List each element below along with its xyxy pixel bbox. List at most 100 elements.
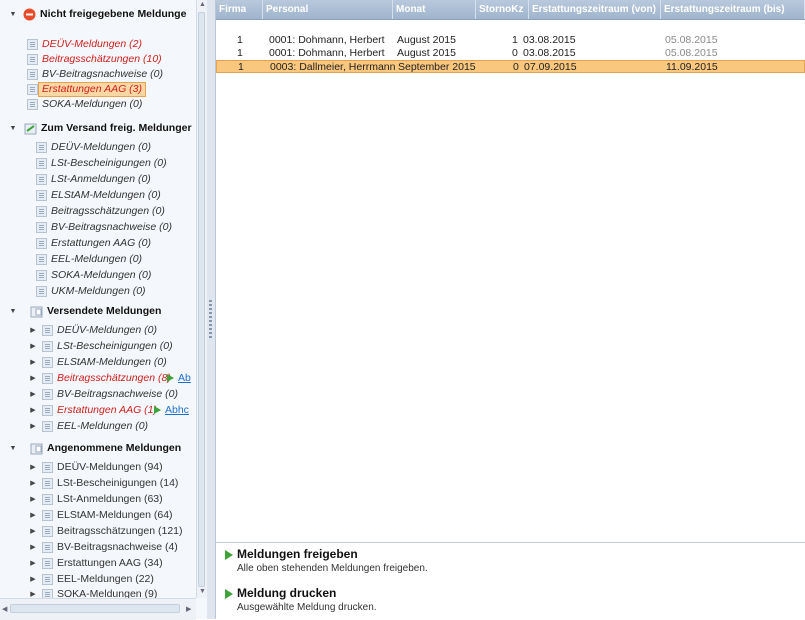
expand-arrow-icon[interactable]: ▶ <box>29 339 37 354</box>
tree-vertical-scrollbar[interactable]: ▲ ▼ <box>196 0 207 598</box>
tree-item-deuev[interactable]: DEÜV-Meldungen (2) <box>0 37 196 52</box>
tree-item-label: Beitragsschätzungen (10) <box>42 53 162 65</box>
navigation-tree-panel: ▼ Nicht freigegebene Meldunge DEÜV-Meldu… <box>0 0 208 620</box>
tree-item-lst-anmeldungen[interactable]: LSt-Anmeldungen (0) <box>0 172 196 187</box>
tree-item-ukm[interactable]: UKM-Meldungen (0) <box>0 284 196 299</box>
tree-item-eel[interactable]: ▶ EEL-Meldungen (22) <box>0 572 196 587</box>
collapse-arrow-icon[interactable]: ▼ <box>9 441 17 456</box>
expand-arrow-icon[interactable]: ▶ <box>29 323 37 338</box>
collapse-arrow-icon[interactable]: ▼ <box>9 304 17 319</box>
tree-item-beitragsschaetzungen[interactable]: ▶ Beitragsschätzungen (121) <box>0 524 196 539</box>
tree-item-soka[interactable]: ▶ SOKA-Meldungen (9) <box>0 587 196 598</box>
messages-grid: Firma Personal Monat StornoKz Erstattung… <box>216 0 805 543</box>
splitter-grip-icon[interactable] <box>209 300 212 340</box>
column-header-firma[interactable]: Firma <box>216 0 263 19</box>
tree-item-erstattungen-aag[interactable]: Erstattungen AAG (3) <box>0 82 196 97</box>
document-icon <box>36 254 47 265</box>
tree-item-deuev[interactable]: DEÜV-Meldungen (0) <box>0 140 196 155</box>
cell-storno: 0 <box>513 61 519 73</box>
table-row[interactable]: 1 0001: Dohmann, Herbert August 2015 0 0… <box>216 47 805 59</box>
tree-item-label: ELStAM-Meldungen (0) <box>51 189 161 201</box>
tree-item-deuev[interactable]: ▶ DEÜV-Meldungen (0) <box>0 323 196 338</box>
scroll-left-icon[interactable]: ◀ <box>2 605 7 613</box>
tree-item-label: Erstattungen AAG (1) <box>57 404 157 416</box>
expand-arrow-icon[interactable]: ▶ <box>29 587 37 598</box>
tree-horizontal-scrollbar[interactable]: ◀ ▶ <box>0 598 196 620</box>
expand-arrow-icon[interactable]: ▶ <box>29 355 37 370</box>
tree-item-lst-anmeldungen[interactable]: ▶ LSt-Anmeldungen (63) <box>0 492 196 507</box>
table-row[interactable]: 1 0001: Dohmann, Herbert August 2015 1 0… <box>216 34 805 46</box>
tree-item-soka[interactable]: SOKA-Meldungen (0) <box>0 268 196 283</box>
tree-item-lst-bescheinigungen[interactable]: ▶ LSt-Bescheinigungen (0) <box>0 339 196 354</box>
expand-arrow-icon[interactable]: ▶ <box>29 371 37 386</box>
expand-arrow-icon[interactable]: ▶ <box>29 556 37 571</box>
column-header-stornokz[interactable]: StornoKz <box>476 0 529 19</box>
tree-item-eel[interactable]: ▶ EEL-Meldungen (0) <box>0 419 196 434</box>
tree-item-erstattungen-aag[interactable]: Erstattungen AAG (0) <box>0 236 196 251</box>
tree-item-label: Erstattungen AAG (3) <box>42 83 142 95</box>
tree-item-deuev[interactable]: ▶ DEÜV-Meldungen (94) <box>0 460 196 475</box>
tree-item-bv-beitragsnachweise[interactable]: ▶ BV-Beitragsnachweise (4) <box>0 540 196 555</box>
tree-item-lst-bescheinigungen[interactable]: LSt-Bescheinigungen (0) <box>0 156 196 171</box>
tree-item-beitragsschaetzungen[interactable]: Beitragsschätzungen (0) <box>0 204 196 219</box>
tree-item-label: EEL-Meldungen (0) <box>51 253 143 265</box>
tree-group-zum-versand[interactable]: ▼ Zum Versand freig. Meldunger <box>0 121 196 136</box>
panel-splitter[interactable] <box>207 0 216 619</box>
tree-item-bv-beitragsnachweise[interactable]: ▶ BV-Beitragsnachweise (0) <box>0 387 196 402</box>
cell-storno: 0 <box>512 47 518 59</box>
expand-arrow-icon[interactable]: ▶ <box>29 403 37 418</box>
tree-item-elstam[interactable]: ▶ ELStAM-Meldungen (64) <box>0 508 196 523</box>
tree-item-link[interactable]: Ab <box>178 371 191 386</box>
scrollbar-thumb[interactable] <box>198 12 205 587</box>
scrollbar-thumb[interactable] <box>10 604 180 613</box>
tree-item-bv-beitragsnachweise[interactable]: BV-Beitragsnachweise (0) <box>0 67 196 82</box>
action-title[interactable]: Meldung drucken <box>237 586 336 600</box>
cell-von: 03.08.2015 <box>523 34 576 46</box>
tree-item-elstam[interactable]: ▶ ELStAM-Meldungen (0) <box>0 355 196 370</box>
scroll-down-icon[interactable]: ▼ <box>199 588 206 595</box>
column-header-personal[interactable]: Personal <box>263 0 393 19</box>
expand-arrow-icon[interactable]: ▶ <box>29 419 37 434</box>
tree-item-link[interactable]: Abhc <box>165 403 189 418</box>
document-icon <box>36 174 47 185</box>
tree-item-erstattungen-aag[interactable]: ▶ Erstattungen AAG (34) <box>0 556 196 571</box>
tree-group-nicht-freigegeben[interactable]: ▼ Nicht freigegebene Meldunge <box>0 7 196 22</box>
expand-arrow-icon[interactable]: ▶ <box>29 492 37 507</box>
collapse-arrow-icon[interactable]: ▼ <box>9 121 17 136</box>
column-header-bis[interactable]: Erstattungszeitraum (bis) <box>661 0 805 19</box>
document-icon <box>42 357 53 368</box>
cell-von: 07.09.2015 <box>524 61 577 73</box>
expand-arrow-icon[interactable]: ▶ <box>29 508 37 523</box>
tree-item-label: Beitragsschätzungen (121) <box>57 525 183 537</box>
expand-arrow-icon[interactable]: ▶ <box>29 387 37 402</box>
tree-item-beitragsschaetzungen[interactable]: Beitragsschätzungen (10) <box>0 52 196 67</box>
tree-group-angenommen[interactable]: ▼ Angenommene Meldungen <box>0 441 196 456</box>
expand-arrow-icon[interactable]: ▶ <box>29 460 37 475</box>
expand-arrow-icon[interactable]: ▶ <box>29 572 37 587</box>
tree-item-eel[interactable]: EEL-Meldungen (0) <box>0 252 196 267</box>
tree-item-erstattungen-aag[interactable]: ▶ Erstattungen AAG (1) Abhc <box>0 403 196 418</box>
tree-item-soka[interactable]: SOKA-Meldungen (0) <box>0 97 196 112</box>
tree-item-label: BV-Beitragsnachweise (4) <box>57 541 178 553</box>
action-title[interactable]: Meldungen freigeben <box>237 547 358 561</box>
scroll-right-icon[interactable]: ▶ <box>186 605 191 613</box>
scroll-up-icon[interactable]: ▲ <box>199 1 206 8</box>
expand-arrow-icon[interactable]: ▶ <box>29 540 37 555</box>
cell-von: 03.08.2015 <box>523 47 576 59</box>
column-header-von[interactable]: Erstattungszeitraum (von) <box>529 0 661 19</box>
expand-arrow-icon[interactable]: ▶ <box>29 524 37 539</box>
column-header-monat[interactable]: Monat <box>393 0 476 19</box>
tree-item-lst-bescheinigungen[interactable]: ▶ LSt-Bescheinigungen (14) <box>0 476 196 491</box>
tree-group-versendet[interactable]: ▼ Versendete Meldungen <box>0 304 196 319</box>
table-row-selected[interactable]: 1 0003: Dallmeier, Herrmann September 20… <box>216 60 805 73</box>
tree-item-elstam[interactable]: ELStAM-Meldungen (0) <box>0 188 196 203</box>
document-icon <box>36 222 47 233</box>
document-icon <box>36 286 47 297</box>
tree-item-label: BV-Beitragsnachweise (0) <box>57 388 178 400</box>
document-icon <box>27 54 38 65</box>
collapse-arrow-icon[interactable]: ▼ <box>9 7 17 22</box>
accepted-folder-icon <box>30 443 43 455</box>
expand-arrow-icon[interactable]: ▶ <box>29 476 37 491</box>
tree-item-beitragsschaetzungen[interactable]: ▶ Beitragsschätzungen (8) Ab <box>0 371 196 386</box>
tree-item-bv-beitragsnachweise[interactable]: BV-Beitragsnachweise (0) <box>0 220 196 235</box>
